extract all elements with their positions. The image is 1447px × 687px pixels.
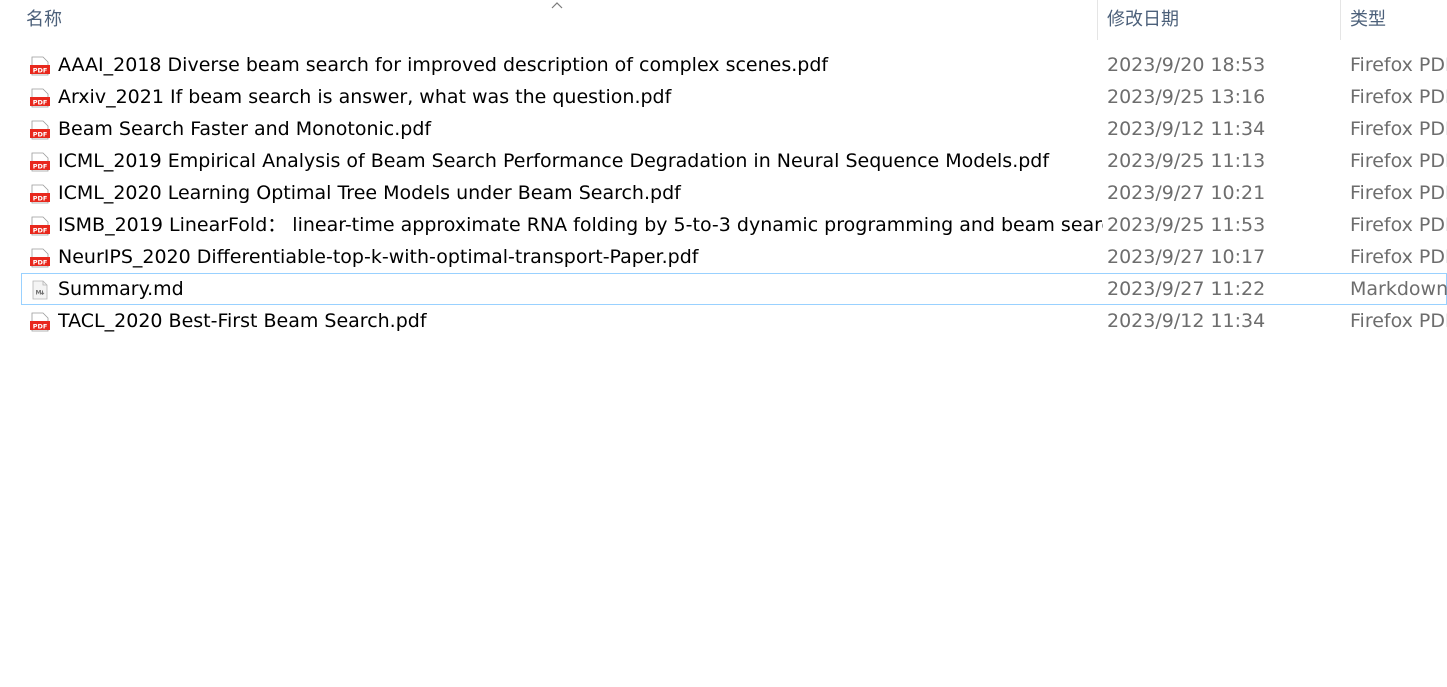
file-row[interactable]: PDF AAAI_2018 Diverse beam search for im… bbox=[21, 49, 1447, 81]
file-date: 2023/9/20 18:53 bbox=[1107, 54, 1266, 76]
svg-text:PDF: PDF bbox=[33, 66, 48, 74]
type-column-header[interactable]: 类型 bbox=[1350, 0, 1447, 40]
pdf-icon: PDF bbox=[30, 120, 50, 140]
file-name: Summary.md bbox=[58, 278, 184, 300]
svg-text:PDF: PDF bbox=[33, 162, 48, 170]
file-date: 2023/9/12 11:34 bbox=[1107, 310, 1266, 332]
pdf-icon: PDF bbox=[30, 312, 50, 332]
pdf-icon: PDF bbox=[30, 216, 50, 236]
file-row[interactable]: PDF ISMB_2019 LinearFold： linear-time ap… bbox=[21, 209, 1447, 241]
file-type: Markdown bbox=[1350, 278, 1447, 300]
file-date: 2023/9/12 11:34 bbox=[1107, 118, 1266, 140]
file-row[interactable]: PDF ICML_2020 Learning Optimal Tree Mode… bbox=[21, 177, 1447, 209]
file-row[interactable]: PDF ICML_2019 Empirical Analysis of Beam… bbox=[21, 145, 1447, 177]
file-type: Firefox PDF bbox=[1350, 246, 1447, 268]
svg-text:PDF: PDF bbox=[33, 322, 48, 330]
column-header-bar: 名称 修改日期 类型 bbox=[0, 0, 1447, 40]
sort-ascending-icon bbox=[551, 2, 563, 9]
markdown-icon: M bbox=[32, 280, 48, 300]
file-row[interactable]: PDF Arxiv_2021 If beam search is answer,… bbox=[21, 81, 1447, 113]
file-date: 2023/9/25 11:13 bbox=[1107, 150, 1266, 172]
file-name: AAAI_2018 Diverse beam search for improv… bbox=[58, 54, 829, 76]
svg-text:PDF: PDF bbox=[33, 258, 48, 266]
column-divider[interactable] bbox=[1097, 0, 1098, 40]
file-list: PDF AAAI_2018 Diverse beam search for im… bbox=[0, 49, 1447, 337]
file-name: ICML_2019 Empirical Analysis of Beam Sea… bbox=[58, 150, 1050, 172]
file-date: 2023/9/27 10:17 bbox=[1107, 246, 1266, 268]
file-type: Firefox PDF bbox=[1350, 310, 1447, 332]
file-type: Firefox PDF bbox=[1350, 214, 1447, 236]
file-row[interactable]: PDF NeurIPS_2020 Differentiable-top-k-wi… bbox=[21, 241, 1447, 273]
svg-text:PDF: PDF bbox=[33, 98, 48, 106]
file-name: TACL_2020 Best-First Beam Search.pdf bbox=[58, 310, 427, 332]
file-name: Arxiv_2021 If beam search is answer, wha… bbox=[58, 86, 672, 108]
svg-text:PDF: PDF bbox=[33, 226, 48, 234]
file-name: ICML_2020 Learning Optimal Tree Models u… bbox=[58, 182, 681, 204]
file-explorer-list: 名称 修改日期 类型 PDF AAAI_2018 Diverse beam se… bbox=[0, 0, 1447, 687]
file-name: ISMB_2019 LinearFold： linear-time approx… bbox=[58, 214, 1103, 236]
svg-text:PDF: PDF bbox=[33, 194, 48, 202]
pdf-icon: PDF bbox=[30, 248, 50, 268]
file-type: Firefox PDF bbox=[1350, 86, 1447, 108]
pdf-icon: PDF bbox=[30, 184, 50, 204]
svg-text:PDF: PDF bbox=[33, 130, 48, 138]
file-type: Firefox PDF bbox=[1350, 150, 1447, 172]
file-type: Firefox PDF bbox=[1350, 182, 1447, 204]
file-date: 2023/9/27 10:21 bbox=[1107, 182, 1266, 204]
file-type: Firefox PDF bbox=[1350, 54, 1447, 76]
svg-text:M: M bbox=[36, 290, 42, 297]
file-row-selected[interactable]: M Summary.md 2023/9/27 11:22 Markdown bbox=[21, 273, 1447, 305]
file-row[interactable]: PDF Beam Search Faster and Monotonic.pdf… bbox=[21, 113, 1447, 145]
pdf-icon: PDF bbox=[30, 152, 50, 172]
file-date: 2023/9/27 11:22 bbox=[1107, 278, 1266, 300]
file-type: Firefox PDF bbox=[1350, 118, 1447, 140]
file-date: 2023/9/25 13:16 bbox=[1107, 86, 1266, 108]
file-name: NeurIPS_2020 Differentiable-top-k-with-o… bbox=[58, 246, 699, 268]
pdf-icon: PDF bbox=[30, 88, 50, 108]
date-column-header[interactable]: 修改日期 bbox=[1107, 0, 1339, 40]
column-divider[interactable] bbox=[1340, 0, 1341, 40]
file-date: 2023/9/25 11:53 bbox=[1107, 214, 1266, 236]
file-row[interactable]: PDF TACL_2020 Best-First Beam Search.pdf… bbox=[21, 305, 1447, 337]
pdf-icon: PDF bbox=[30, 56, 50, 76]
file-name: Beam Search Faster and Monotonic.pdf bbox=[58, 118, 432, 140]
